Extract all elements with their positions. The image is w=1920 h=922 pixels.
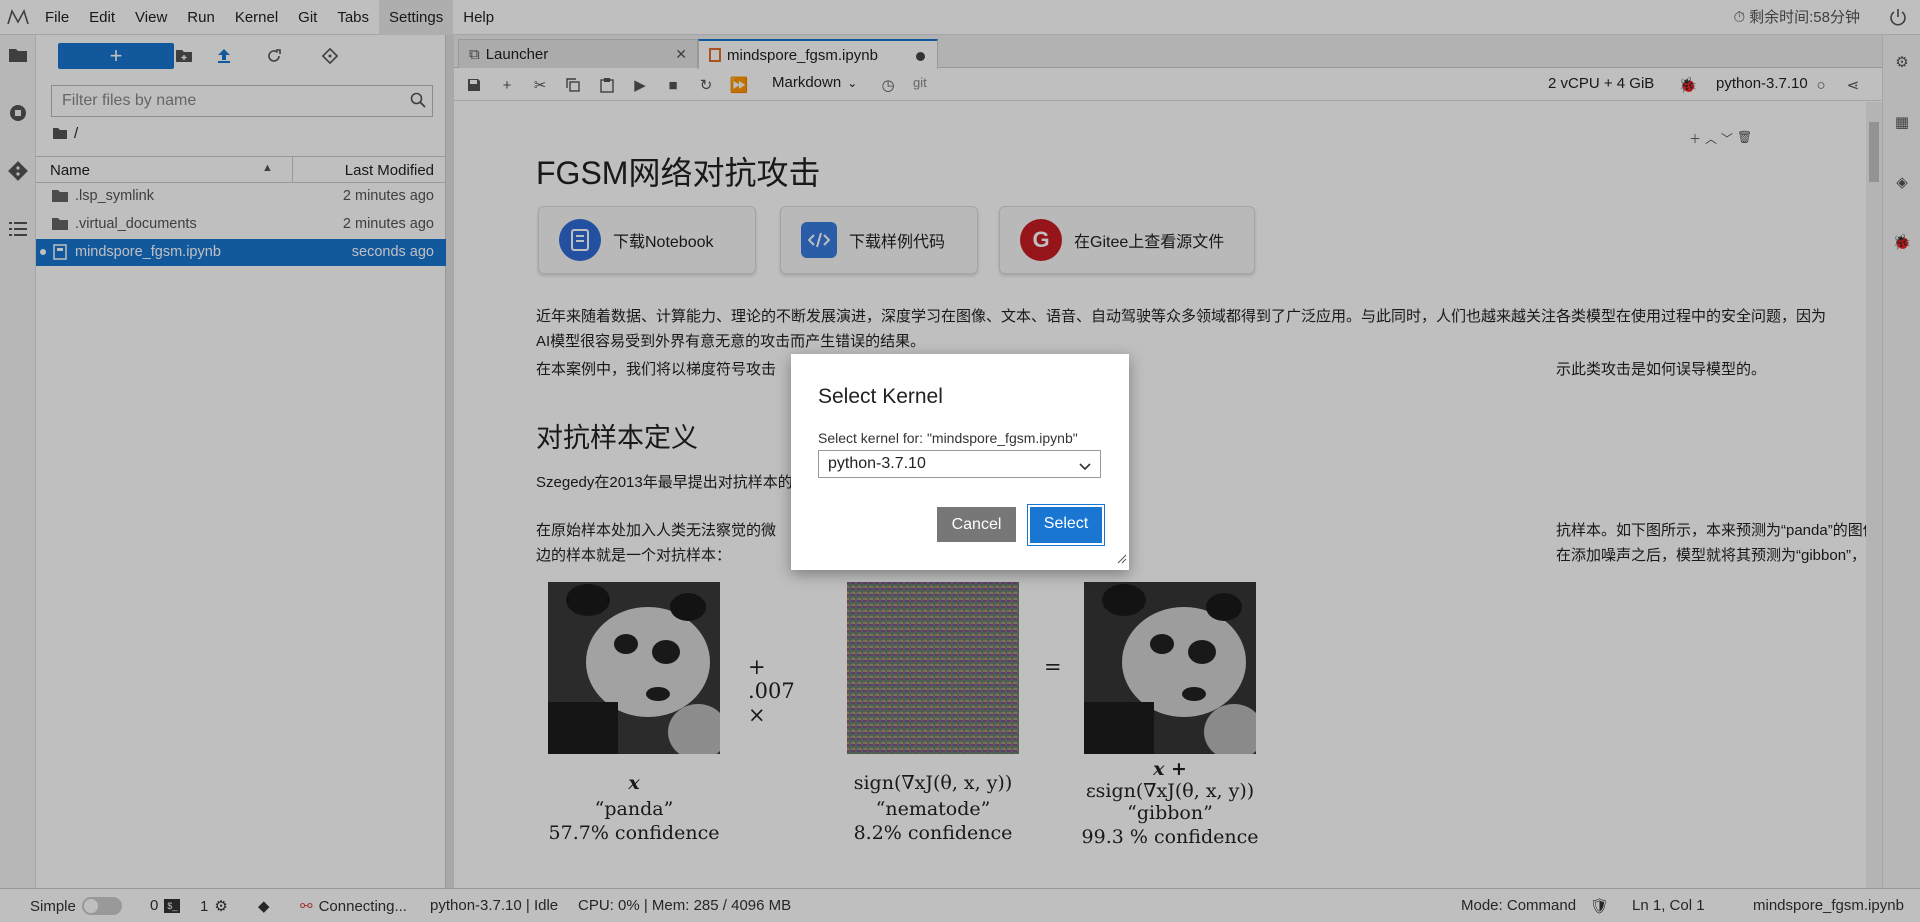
kernel-select[interactable]: python-3.7.10 xyxy=(818,450,1101,478)
resize-handle-icon[interactable] xyxy=(1117,551,1127,568)
select-button-label: Select xyxy=(1030,507,1102,543)
dialog-label: Select kernel for: "mindspore_fgsm.ipynb… xyxy=(818,430,1078,446)
select-button[interactable]: Select xyxy=(1027,504,1105,546)
kernel-select-value: python-3.7.10 xyxy=(828,455,926,472)
chevron-down-icon xyxy=(1079,458,1091,476)
select-kernel-dialog: Select Kernel Select kernel for: "mindsp… xyxy=(791,354,1129,570)
cancel-button[interactable]: Cancel xyxy=(937,507,1016,542)
dialog-title: Select Kernel xyxy=(818,385,943,408)
